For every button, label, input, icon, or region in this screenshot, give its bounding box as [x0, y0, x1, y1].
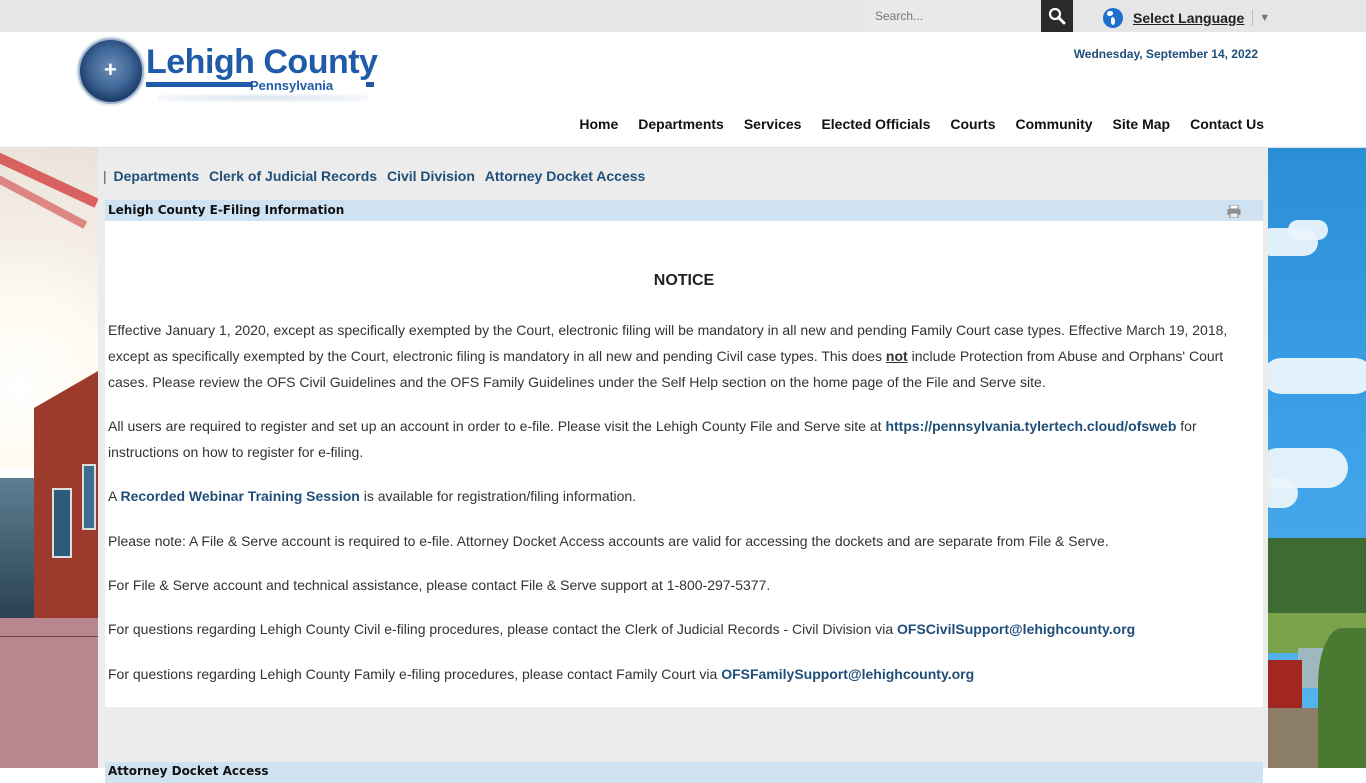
breadcrumb-attorney-docket-access[interactable]: Attorney Docket Access	[485, 168, 646, 184]
panel-body: NOTICE Effective January 1, 2020, except…	[105, 221, 1263, 707]
top-utility-bar: Select Language ▼	[0, 0, 1366, 32]
select-language-link[interactable]: Select Language	[1133, 10, 1244, 26]
breadcrumb-departments[interactable]: Departments	[114, 168, 200, 184]
paragraph-mandatory-efiling: Effective January 1, 2020, except as spe…	[108, 322, 1228, 390]
breadcrumb-civil-division[interactable]: Civil Division	[387, 168, 475, 184]
main-content: | Departments Clerk of Judicial Records …	[98, 148, 1268, 783]
webinar-training-link[interactable]: Recorded Webinar Training Session	[120, 488, 359, 504]
nav-services[interactable]: Services	[744, 116, 802, 132]
paragraph-family-questions: For questions regarding Lehigh County Fa…	[108, 666, 975, 682]
nav-site-map[interactable]: Site Map	[1113, 116, 1171, 132]
paragraph-please-note: Please note: A File & Serve account is r…	[108, 533, 1109, 549]
nav-community[interactable]: Community	[1016, 116, 1093, 132]
divider	[1252, 10, 1254, 26]
site-logo[interactable]: Lehigh County Pennsylvania	[78, 38, 378, 106]
paragraph-technical-assistance: For File & Serve account and technical a…	[108, 577, 771, 593]
file-and-serve-link[interactable]: https://pennsylvania.tylertech.cloud/ofs…	[885, 418, 1176, 434]
nav-elected-officials[interactable]: Elected Officials	[821, 116, 930, 132]
current-date: Wednesday, September 14, 2022	[1073, 47, 1258, 61]
search-icon	[1048, 7, 1066, 25]
right-background-image	[1268, 148, 1366, 768]
breadcrumb-separator: |	[103, 168, 107, 184]
emphasis-not: not	[885, 348, 908, 364]
paragraph-registration: All users are required to register and s…	[108, 418, 1197, 460]
breadcrumb-clerk-of-judicial-records[interactable]: Clerk of Judicial Records	[209, 168, 377, 184]
search-input[interactable]	[865, 0, 1042, 32]
panel-title: Lehigh County E-Filing Information	[108, 203, 345, 217]
left-background-image	[0, 148, 98, 768]
language-selector[interactable]: Select Language ▼	[1103, 8, 1270, 28]
panel-title: Attorney Docket Access	[108, 764, 269, 778]
dropdown-arrow-icon[interactable]: ▼	[1259, 12, 1270, 24]
print-icon[interactable]	[1227, 205, 1241, 218]
site-search	[865, 0, 1073, 32]
nav-contact-us[interactable]: Contact Us	[1190, 116, 1264, 132]
panel-header: Lehigh County E-Filing Information	[105, 200, 1263, 221]
nav-departments[interactable]: Departments	[638, 116, 724, 132]
logo-subtitle: Pennsylvania	[250, 78, 334, 93]
paragraph-civil-questions: For questions regarding Lehigh County Ci…	[108, 621, 1136, 637]
globe-icon	[1103, 8, 1123, 28]
site-header: Lehigh County Pennsylvania Wednesday, Se…	[0, 32, 1366, 148]
breadcrumb: | Departments Clerk of Judicial Records …	[103, 168, 651, 184]
logo-title: Lehigh County	[146, 43, 378, 81]
family-support-email-link[interactable]: OFSFamilySupport@lehighcounty.org	[721, 666, 974, 682]
paragraph-webinar: A Recorded Webinar Training Session is a…	[108, 488, 637, 504]
notice-heading: NOTICE	[653, 272, 715, 289]
main-nav: Home Departments Services Elected Offici…	[559, 116, 1264, 132]
nav-home[interactable]: Home	[579, 116, 618, 132]
civil-support-email-link[interactable]: OFSCivilSupport@lehighcounty.org	[897, 621, 1135, 637]
county-seal-icon	[78, 38, 144, 104]
nav-courts[interactable]: Courts	[950, 116, 995, 132]
panel-header-attorney-docket-access: Attorney Docket Access	[105, 762, 1263, 783]
search-button[interactable]	[1041, 0, 1073, 32]
